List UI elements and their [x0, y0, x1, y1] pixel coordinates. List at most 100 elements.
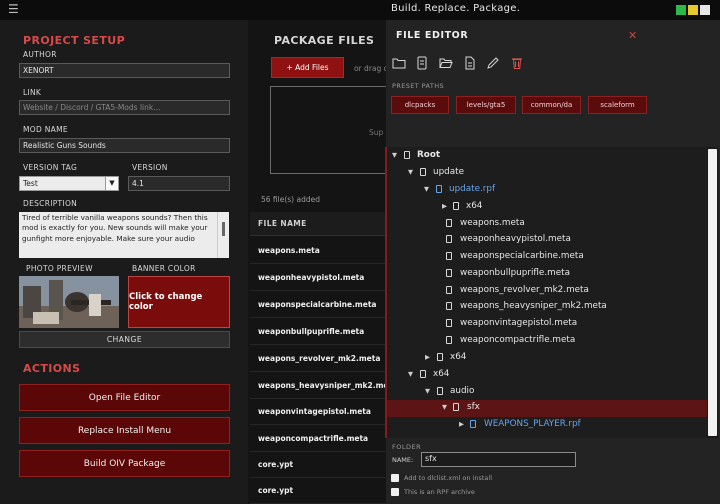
window-square-white-icon[interactable] [700, 5, 710, 15]
file-row[interactable]: weapons_revolver_mk2.meta [250, 345, 386, 372]
expand-arrow-icon[interactable]: ▼ [392, 151, 397, 159]
actions-title: ACTIONS [23, 362, 81, 375]
folder-icon [420, 370, 426, 378]
expand-arrow-icon[interactable]: ▼ [425, 387, 430, 395]
close-icon[interactable]: ✕ [628, 29, 637, 42]
project-setup-title: PROJECT SETUP [23, 34, 126, 47]
banner-color-button[interactable]: Click to change color [128, 276, 230, 328]
tree-node-label: x64 [433, 369, 450, 379]
window-square-green-icon[interactable] [676, 5, 686, 15]
tree-node-label: weaponheavypistol.meta [460, 234, 571, 244]
open-folder-icon[interactable] [439, 56, 453, 70]
file-row[interactable]: core.ypt [250, 477, 386, 504]
preset-levels-button[interactable]: levels/gta5 [456, 96, 516, 114]
preset-common-button[interactable]: common/da [522, 96, 581, 114]
file-row[interactable]: weaponcompactrifle.meta [250, 425, 386, 452]
delete-trash-icon[interactable] [510, 56, 524, 70]
expand-arrow-icon[interactable]: ▼ [424, 185, 429, 193]
dlclist-checkbox[interactable] [391, 474, 399, 482]
new-folder-icon[interactable] [392, 56, 406, 70]
tree-node-label: update.rpf [449, 184, 496, 194]
version-field[interactable]: 4.1 [128, 176, 230, 191]
title-bar [0, 0, 720, 20]
file-row[interactable]: weaponheavypistol.meta [250, 264, 386, 291]
scroll-thumb[interactable] [222, 222, 225, 236]
link-field[interactable]: Website / Discord / GTA5-Mods link... [19, 100, 230, 115]
file-row[interactable]: weapons_heavysniper_mk2.meta [250, 372, 397, 399]
menu-hamburger-icon[interactable]: ☰ [8, 3, 19, 15]
expand-arrow-icon[interactable]: ▶ [425, 353, 430, 361]
file-name: weaponvintagepistol.meta [258, 407, 371, 416]
file-icon [446, 235, 452, 243]
document-icon[interactable] [463, 56, 477, 70]
tree-node-x64[interactable]: ▼ x64 [387, 367, 707, 384]
drop-hint-text: or drag o [354, 64, 389, 73]
folder-icon [453, 403, 459, 411]
description-label: DESCRIPTION [23, 199, 78, 208]
tree-node-file[interactable]: weapons_revolver_mk2.meta [387, 283, 707, 300]
tree-node-label: weapons_revolver_mk2.meta [460, 285, 589, 295]
tree-node-file[interactable]: weapons.meta [387, 216, 707, 233]
dlclist-checkbox-label: Add to dlclist.xml on install [404, 474, 493, 482]
tree-node-x64[interactable]: ▶ x64 [387, 199, 707, 216]
author-label: AUTHOR [23, 50, 57, 59]
version-tag-select[interactable]: Test [19, 176, 119, 191]
file-row[interactable]: weaponvintagepistol.meta [250, 398, 386, 425]
expand-arrow-icon[interactable]: ▼ [408, 168, 413, 176]
tree-node-file[interactable]: weaponvintagepistol.meta [387, 316, 707, 333]
tree-scroll-thumb[interactable] [708, 149, 717, 436]
archive-icon [470, 420, 476, 428]
link-label: LINK [23, 88, 42, 97]
file-icon [446, 336, 452, 344]
photo-preview-label: PHOTO PREVIEW [26, 264, 93, 273]
folder-icon [437, 353, 443, 361]
tree-node-file[interactable]: weaponcompactrifle.meta [387, 333, 707, 350]
mod-name-label: MOD NAME [23, 125, 68, 134]
tree-node-file[interactable]: weapons_heavysniper_mk2.meta [387, 299, 707, 316]
tree-node-update-rpf[interactable]: ▼ update.rpf [387, 182, 707, 199]
description-scrollbar[interactable] [217, 212, 229, 258]
file-row[interactable]: weaponbullpuprifle.meta [250, 318, 386, 345]
file-row[interactable]: weaponspecialcarbine.meta [250, 291, 386, 318]
tree-node-root[interactable]: ▼ Root [387, 148, 707, 165]
description-textarea[interactable]: Tired of terrible vanilla weapons sounds… [19, 212, 229, 258]
author-field[interactable]: XENORT [19, 63, 230, 78]
tree-node-file[interactable]: weaponheavypistol.meta [387, 232, 707, 249]
tree-node-audio[interactable]: ▼ audio [387, 384, 707, 401]
mod-name-field[interactable]: Realistic Guns Sounds [19, 138, 230, 153]
file-name: weapons.meta [258, 246, 320, 255]
file-name-column-header: FILE NAME [258, 219, 307, 228]
expand-arrow-icon[interactable]: ▶ [459, 420, 464, 428]
expand-arrow-icon[interactable]: ▶ [442, 202, 447, 210]
tree-node-x64[interactable]: ▶ x64 [387, 350, 707, 367]
replace-install-menu-button[interactable]: Replace Install Menu [19, 417, 230, 444]
expand-arrow-icon[interactable]: ▼ [408, 370, 413, 378]
file-name: weaponspecialcarbine.meta [258, 300, 377, 309]
preset-scaleform-button[interactable]: scaleform [588, 96, 647, 114]
rpf-archive-checkbox[interactable] [391, 488, 399, 496]
folder-section-label: FOLDER [392, 443, 422, 451]
rename-pencil-icon[interactable] [486, 56, 500, 70]
expand-arrow-icon[interactable]: ▼ [442, 403, 447, 411]
file-row[interactable]: core.ypt [250, 451, 386, 478]
change-photo-button[interactable]: CHANGE [19, 331, 230, 348]
tree-node-file[interactable]: weaponbullpuprifle.meta [387, 266, 707, 283]
tree-node-label: weaponspecialcarbine.meta [460, 251, 584, 261]
tree-node-weapons-player-rpf[interactable]: ▶ WEAPONS_PLAYER.rpf [387, 417, 707, 434]
tree-node-label: weaponvintagepistol.meta [460, 318, 578, 328]
new-file-icon[interactable] [415, 56, 429, 70]
file-icon [446, 286, 452, 294]
tree-node-label: weaponcompactrifle.meta [460, 335, 576, 345]
tree-node-sfx-selected[interactable]: ▼ sfx [387, 400, 707, 417]
tree-node-update[interactable]: ▼ update [387, 165, 707, 182]
add-files-button[interactable]: + Add Files [271, 57, 344, 78]
chevron-down-icon[interactable]: ▼ [105, 176, 119, 191]
window-square-yellow-icon[interactable] [688, 5, 698, 15]
open-file-editor-button[interactable]: Open File Editor [19, 384, 230, 411]
folder-name-input[interactable]: sfx [421, 452, 576, 467]
file-row[interactable]: weapons.meta [250, 237, 386, 264]
tree-node-label: Root [417, 150, 441, 160]
build-oiv-package-button[interactable]: Build OIV Package [19, 450, 230, 477]
preset-dlcpacks-button[interactable]: dlcpacks [391, 96, 449, 114]
tree-node-file[interactable]: weaponspecialcarbine.meta [387, 249, 707, 266]
